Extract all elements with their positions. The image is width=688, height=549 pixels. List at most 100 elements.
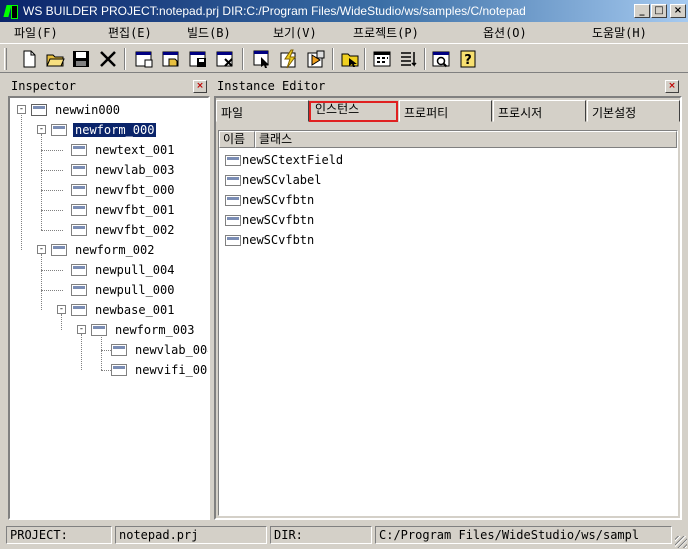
list-item[interactable]: newSCvfbtn <box>225 231 314 249</box>
widget-icon <box>71 264 87 276</box>
form-icon <box>91 324 107 336</box>
tree-node-label: newbase_001 <box>95 303 175 317</box>
window-title: WS BUILDER PROJECT:notepad.prj DIR:C:/Pr… <box>23 4 526 18</box>
list-item-class: newSCvlabel <box>242 173 322 187</box>
save-window-icon[interactable] <box>186 47 210 71</box>
run-icon[interactable] <box>304 47 328 71</box>
tree-node-newbase-001[interactable]: - newbase_001 <box>57 301 176 319</box>
tree-node-label: newform_003 <box>115 323 195 337</box>
column-header-name[interactable]: 이름 <box>219 131 255 148</box>
tree-node-newform-003[interactable]: - newform_003 <box>77 321 196 339</box>
menu-project[interactable]: 프로젝트(P) <box>353 24 419 41</box>
tree-node-label: newpull_004 <box>95 263 175 277</box>
collapse-toggle[interactable]: - <box>57 305 66 314</box>
cut-icon[interactable] <box>96 47 120 71</box>
app-icon <box>3 3 19 19</box>
form-icon <box>51 124 67 136</box>
status-dir-value: C:/Program Files/WideStudio/ws/sampl <box>375 526 672 544</box>
tree-node-newvfbt-001[interactable]: newvfbt_001 <box>71 201 176 219</box>
list-item[interactable]: newSCvfbtn <box>225 191 314 209</box>
widget-icon <box>71 164 87 176</box>
maximize-button[interactable]: □ <box>651 4 667 18</box>
inspector-title: Inspector <box>11 79 77 93</box>
tab-settings[interactable]: 기본설정 <box>587 100 680 122</box>
list-item-class: newSCvfbtn <box>242 233 315 247</box>
tree-node-label: newvlab_003 <box>95 163 175 177</box>
tree-node-newform-000[interactable]: - newform_000 <box>37 121 157 139</box>
widget-icon <box>225 214 241 226</box>
svg-text:?: ? <box>464 53 472 68</box>
widget-icon <box>71 144 87 156</box>
collapse-toggle[interactable]: - <box>37 125 46 134</box>
toolbar-separator <box>242 48 244 70</box>
window-icon <box>31 104 47 116</box>
list-edit-icon[interactable] <box>397 47 421 71</box>
list-item[interactable]: newSCvfbtn <box>225 211 314 229</box>
instance-editor-title: Instance Editor <box>217 79 326 93</box>
menu-help[interactable]: 도움말(H) <box>592 24 647 41</box>
widget-icon <box>71 224 87 236</box>
tree-node-label: newtext_001 <box>95 143 175 157</box>
tab-property[interactable]: 프로퍼티 <box>399 100 492 122</box>
resize-grip[interactable] <box>675 536 687 548</box>
tree-node-newwin000[interactable]: - newwin000 <box>17 101 122 119</box>
instance-editor-close-button[interactable]: × <box>665 80 679 93</box>
open-window-icon[interactable] <box>159 47 183 71</box>
open-folder-icon[interactable] <box>43 47 67 71</box>
widget-icon <box>111 344 127 356</box>
list-item[interactable]: newSCtextField <box>225 151 343 169</box>
inspector-tree: - newwin000 - newform_000 newtext_001 ne… <box>8 96 210 520</box>
tree-node-newvfbt-002[interactable]: newvfbt_002 <box>71 221 176 239</box>
toolbar-separator <box>364 48 366 70</box>
minimize-button[interactable]: _ <box>634 4 650 18</box>
widget-icon <box>71 304 87 316</box>
widget-icon <box>225 194 241 206</box>
column-header-class[interactable]: 클래스 <box>255 131 677 148</box>
tree-node-newpull-004[interactable]: newpull_004 <box>71 261 176 279</box>
help-icon[interactable]: ? <box>456 47 480 71</box>
collapse-toggle[interactable]: - <box>77 325 86 334</box>
tab-procedure[interactable]: 프로시저 <box>493 100 586 122</box>
tree-node-newpull-000[interactable]: newpull_000 <box>71 281 176 299</box>
list-item[interactable]: newSCvlabel <box>225 171 321 189</box>
tree-node-label: newform_002 <box>75 243 155 257</box>
tree-node-newtext-001[interactable]: newtext_001 <box>71 141 176 159</box>
inspect-icon[interactable] <box>429 47 453 71</box>
menu-file[interactable]: 파일(F) <box>14 24 58 41</box>
new-file-icon[interactable] <box>17 47 41 71</box>
build-icon[interactable] <box>277 47 301 71</box>
tree-node-label: newvlab_004 <box>135 343 210 357</box>
tree-node-newform-002[interactable]: - newform_002 <box>37 241 156 259</box>
select-tool-icon[interactable] <box>250 47 274 71</box>
tree-node-newvfbt-000[interactable]: newvfbt_000 <box>71 181 176 199</box>
close-window-icon[interactable] <box>213 47 237 71</box>
save-icon[interactable] <box>69 47 93 71</box>
tree-node-newvlab-003[interactable]: newvlab_003 <box>71 161 176 179</box>
list-item-class: newSCvfbtn <box>242 213 315 227</box>
tree-node-label: newvfbt_001 <box>95 203 175 217</box>
menu-bar: 파일(F) 편집(E) 빌드(B) 보기(V) 프로젝트(P) 옵션(O) 도움… <box>0 22 688 42</box>
title-bar: WS BUILDER PROJECT:notepad.prj DIR:C:/Pr… <box>0 0 688 22</box>
collapse-toggle[interactable]: - <box>37 245 46 254</box>
tab-file[interactable]: 파일 <box>216 100 309 122</box>
tree-node-newvifi-005[interactable]: newvifi_005 <box>111 361 208 379</box>
menu-options[interactable]: 옵션(O) <box>483 24 527 41</box>
widget-icon <box>71 184 87 196</box>
toolbar-grip[interactable] <box>4 48 7 70</box>
widget-icon <box>225 234 241 246</box>
tab-instance[interactable]: 인스턴스 <box>309 101 398 122</box>
inspector-close-button[interactable]: × <box>193 80 207 93</box>
menu-view[interactable]: 보기(V) <box>273 24 317 41</box>
widget-icon <box>71 284 87 296</box>
instance-editor: 파일 인스턴스 프로퍼티 프로시저 기본설정 이름 클래스 newSCtextF… <box>214 96 682 520</box>
grid-icon[interactable] <box>370 47 394 71</box>
toolbar-separator <box>124 48 126 70</box>
menu-edit[interactable]: 편집(E) <box>108 24 152 41</box>
new-window-icon[interactable] <box>132 47 156 71</box>
tree-node-newvlab-004[interactable]: newvlab_004 <box>111 341 210 359</box>
instance-list: 이름 클래스 newSCtextField newSCvlabel newSCv… <box>218 130 678 516</box>
close-button[interactable]: × <box>670 4 686 18</box>
folder-open-icon[interactable] <box>338 47 362 71</box>
menu-build[interactable]: 빌드(B) <box>187 24 231 41</box>
collapse-toggle[interactable]: - <box>17 105 26 114</box>
